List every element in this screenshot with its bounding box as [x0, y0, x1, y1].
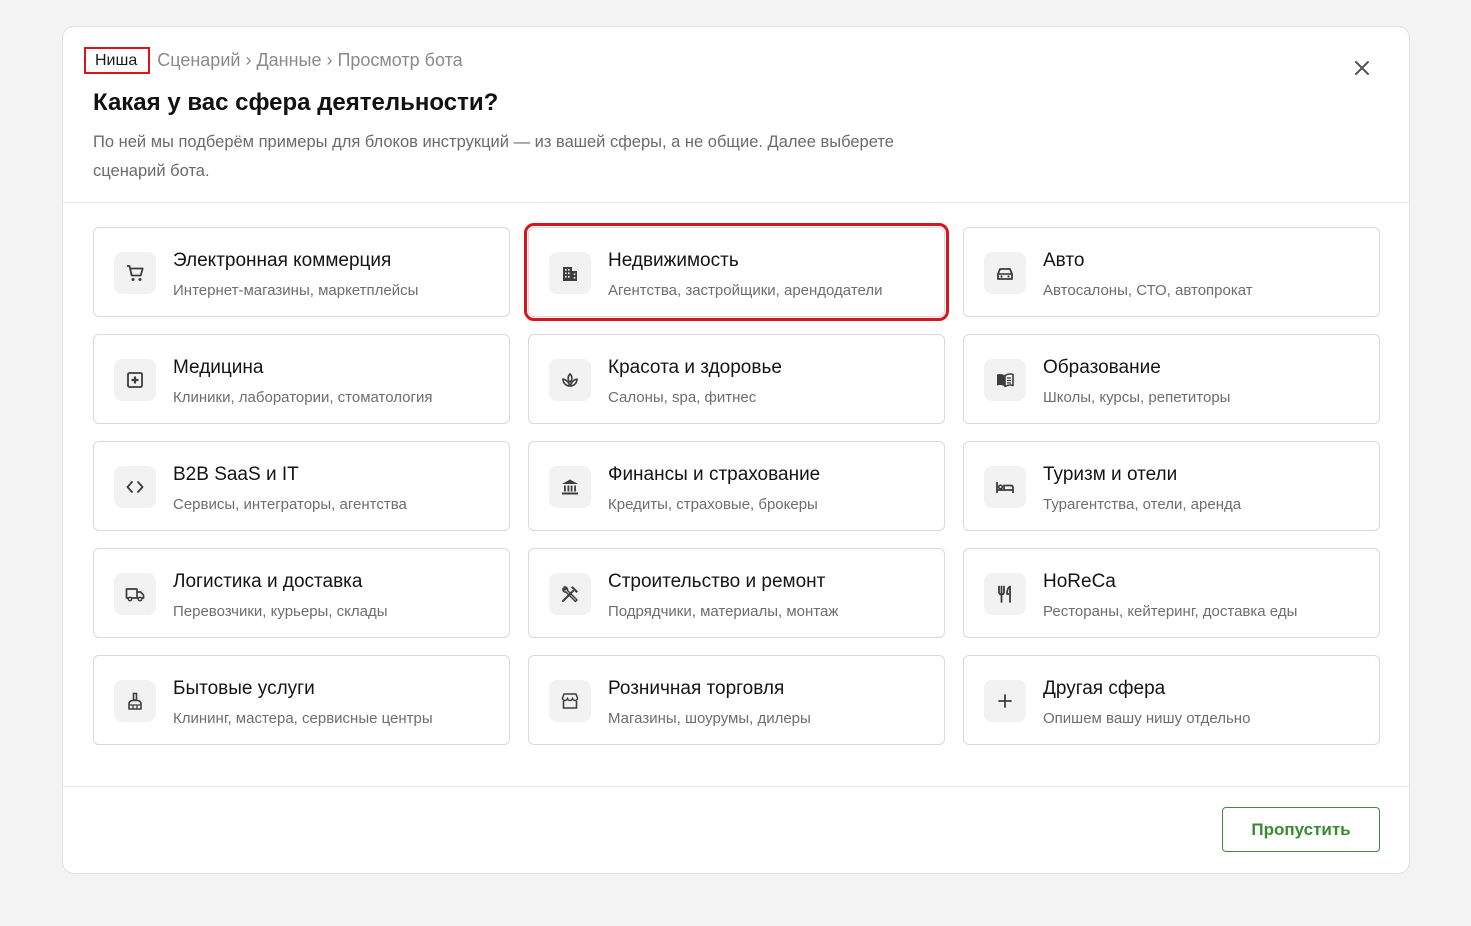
niche-card[interactable]: Недвижимость Агентства, застройщики, арен… — [524, 223, 949, 321]
niche-description: Рестораны, кейтеринг, доставка еды — [1043, 603, 1298, 620]
niche-title: HoReCa — [1043, 571, 1116, 592]
breadcrumb-separator: › — [245, 50, 252, 70]
page-subtitle: По ней мы подберём примеры для блоков ин… — [93, 133, 894, 180]
niche-icon-box — [114, 252, 156, 294]
niche-card[interactable]: Финансы и страхование Кредиты, страховые,… — [528, 441, 945, 531]
niche-icon-box — [549, 573, 591, 615]
niche-description: Кредиты, страховые, брокеры — [608, 496, 818, 513]
niche-icon-box — [114, 466, 156, 508]
medical-icon — [127, 372, 143, 388]
niche-description: Сервисы, интеграторы, агентства — [173, 496, 407, 513]
niche-description: Подрядчики, материалы, монтаж — [608, 603, 839, 620]
niche-title: Финансы и страхование — [608, 464, 821, 485]
niche-card[interactable]: HoReCa Рестораны, кейтеринг, доставка еды — [963, 548, 1380, 638]
niche-title: Логистика и доставка — [173, 571, 363, 592]
breadcrumb-step-preview[interactable]: Просмотр бота — [337, 50, 462, 71]
niche-modal: Ниша Сценарий › Данные › Просмотр бота К… — [62, 26, 1410, 874]
niche-card[interactable]: Красота и здоровье Салоны, spa, фитнес — [528, 334, 945, 424]
tools-icon — [562, 586, 578, 603]
niche-card[interactable]: B2B SaaS и IT Сервисы, интеграторы, агент… — [93, 441, 510, 531]
breadcrumb: Ниша Сценарий › Данные › Просмотр бота — [84, 47, 463, 74]
niche-icon-box — [114, 359, 156, 401]
niche-title: Бытовые услуги — [173, 678, 315, 699]
niche-description: Магазины, шоурумы, дилеры — [608, 710, 811, 727]
niche-icon-box — [984, 573, 1026, 615]
cart-icon — [127, 265, 144, 281]
breadcrumb-step-data[interactable]: Данные — [256, 50, 321, 71]
niche-card[interactable]: Строительство и ремонт Подрядчики, матери… — [528, 548, 945, 638]
modal-header: Ниша Сценарий › Данные › Просмотр бота К… — [63, 27, 1409, 203]
skip-button[interactable]: Пропустить — [1222, 807, 1380, 852]
car-icon — [997, 268, 1013, 280]
niche-icon-box — [984, 680, 1026, 722]
niche-card[interactable]: Образование Школы, курсы, репетиторы — [963, 334, 1380, 424]
niche-description: Турагентства, отели, аренда — [1043, 496, 1242, 513]
niche-description: Опишем вашу нишу отдельно — [1043, 710, 1251, 727]
niche-card[interactable]: Электронная коммерция Интернет-магазины, … — [93, 227, 510, 317]
niche-icon-box — [984, 252, 1026, 294]
niche-description: Перевозчики, курьеры, склады — [173, 603, 388, 620]
niche-icon-box — [984, 466, 1026, 508]
niche-title: Туризм и отели — [1043, 464, 1178, 485]
niche-icon-box — [984, 359, 1026, 401]
close-button[interactable] — [1351, 57, 1373, 79]
niche-card[interactable]: Розничная торговля Магазины, шоурумы, дил… — [528, 655, 945, 745]
niche-card[interactable]: Медицина Клиники, лаборатории, стоматолог… — [93, 334, 510, 424]
niche-description: Салоны, spa, фитнес — [608, 389, 757, 406]
plus-icon — [998, 694, 1012, 708]
page-title: Какая у вас сфера деятельности? — [93, 89, 499, 116]
niche-title: Медицина — [173, 357, 264, 378]
niche-grid: Электронная коммерция Интернет-магазины, … — [93, 223, 1381, 745]
niche-title: Розничная торговля — [608, 678, 785, 699]
spa-icon — [562, 372, 578, 387]
niche-description: Агентства, застройщики, арендодатели — [608, 282, 883, 299]
niche-title: Электронная коммерция — [173, 250, 392, 271]
niche-description: Автосалоны, СТО, автопрокат — [1043, 282, 1253, 299]
niche-title: B2B SaaS и IT — [173, 464, 299, 485]
store-icon — [561, 693, 579, 709]
niche-title: Авто — [1043, 250, 1085, 271]
bed-icon — [996, 482, 1014, 493]
niche-card[interactable]: Туризм и отели Турагентства, отели, аренд… — [963, 441, 1380, 531]
close-icon — [1355, 61, 1369, 75]
book-icon — [997, 373, 1014, 388]
breadcrumb-separator: › — [326, 50, 333, 70]
niche-description: Клиники, лаборатории, стоматология — [173, 389, 433, 406]
niche-icon-box — [114, 680, 156, 722]
niche-title: Другая сфера — [1043, 678, 1166, 699]
niche-title: Образование — [1043, 357, 1161, 378]
niche-description: Интернет-магазины, маркетплейсы — [173, 282, 419, 299]
truck-icon — [125, 588, 145, 602]
niche-title: Строительство и ремонт — [608, 571, 826, 592]
niche-card[interactable]: Логистика и доставка Перевозчики, курьеры… — [93, 548, 510, 638]
niche-card[interactable]: Авто Автосалоны, СТО, автопрокат — [963, 227, 1380, 317]
breadcrumb-step-scenario[interactable]: Сценарий — [157, 50, 240, 71]
code-icon — [126, 481, 144, 493]
cleaning-icon — [128, 692, 142, 710]
niche-card[interactable]: Другая сфера Опишем вашу нишу отдельно — [963, 655, 1380, 745]
niche-icon-box — [114, 573, 156, 615]
niche-card[interactable]: Бытовые услуги Клининг, мастера, сервисны… — [93, 655, 510, 745]
niche-description: Школы, курсы, репетиторы — [1043, 389, 1231, 406]
niche-title: Недвижимость — [608, 250, 739, 271]
restaurant-icon — [998, 585, 1011, 603]
breadcrumb-step-niche[interactable]: Ниша — [84, 47, 151, 74]
niche-title: Красота и здоровье — [608, 357, 782, 378]
modal-footer: Пропустить — [63, 786, 1409, 873]
niche-icon-box — [549, 252, 591, 294]
bank-icon — [562, 479, 578, 495]
niche-description: Клининг, мастера, сервисные центры — [173, 710, 433, 727]
niche-icon-box — [549, 466, 591, 508]
niche-icon-box — [549, 680, 591, 722]
building-icon — [563, 267, 577, 281]
niche-icon-box — [549, 359, 591, 401]
